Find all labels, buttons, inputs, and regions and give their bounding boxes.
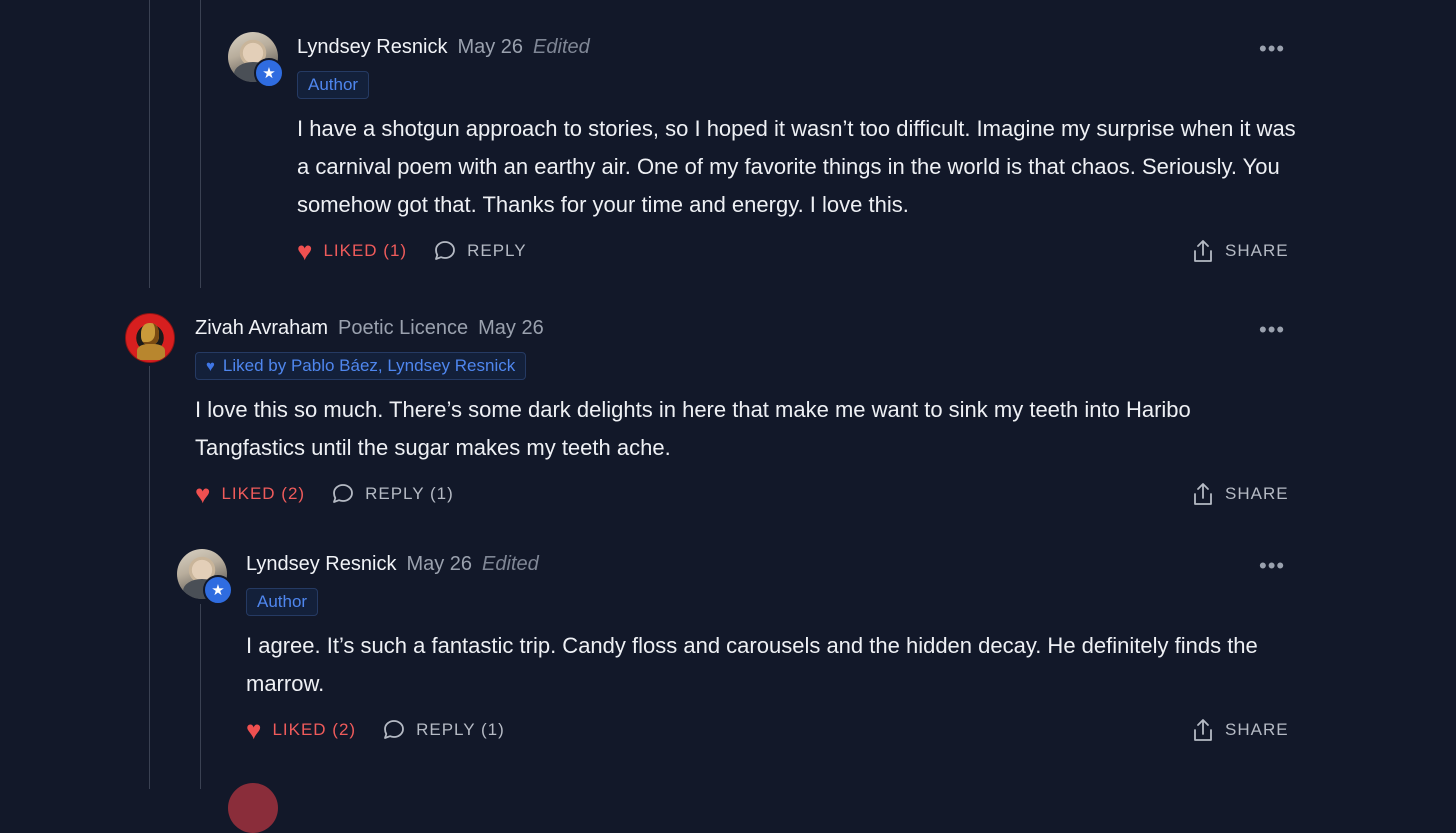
comment-zivah: Zivah Avraham Poetic Licence May 26 ♥ Li… bbox=[0, 288, 1456, 528]
like-button[interactable]: ♥ LIKED (1) bbox=[297, 238, 407, 264]
reply-bubble-icon bbox=[384, 720, 404, 739]
share-button[interactable]: SHARE bbox=[1191, 238, 1289, 264]
reply-bubble-icon bbox=[435, 241, 455, 260]
share-icon bbox=[1194, 719, 1212, 741]
comment-lyndsey-1: ★ Lyndsey Resnick May 26 Edited Author I… bbox=[0, 0, 1456, 288]
like-label: LIKED (2) bbox=[272, 720, 357, 739]
edited-label: Edited bbox=[482, 553, 539, 575]
comment-text: I agree. It’s such a fantastic trip. Can… bbox=[246, 633, 1258, 696]
like-label: LIKED (1) bbox=[323, 241, 408, 260]
author-name[interactable]: Lyndsey Resnick bbox=[246, 553, 396, 576]
like-button[interactable]: ♥ LIKED (2) bbox=[195, 481, 305, 507]
star-glyph: ★ bbox=[211, 581, 225, 599]
author-tag-label: Author bbox=[257, 592, 308, 611]
author-tag: Author bbox=[297, 71, 370, 99]
comment-date[interactable]: May 26 bbox=[406, 553, 472, 576]
share-icon bbox=[1194, 240, 1212, 262]
reply-label: REPLY (1) bbox=[416, 720, 505, 739]
comment-meta: Zivah Avraham Poetic Licence May 26 bbox=[195, 317, 544, 340]
share-button[interactable]: SHARE bbox=[1191, 717, 1289, 743]
share-label: SHARE bbox=[1225, 241, 1289, 260]
author-star-icon: ★ bbox=[203, 575, 233, 605]
comment-actions: ♥ LIKED (2) REPLY (1) bbox=[195, 481, 454, 507]
comment-date[interactable]: May 26 bbox=[457, 36, 523, 59]
more-options-icon[interactable]: ••• bbox=[1259, 38, 1285, 60]
more-options-icon[interactable]: ••• bbox=[1259, 319, 1285, 341]
comment-actions: ♥ LIKED (1) REPLY bbox=[297, 238, 527, 264]
liked-by-tag[interactable]: ♥ Liked by Pablo Báez, Lyndsey Resnick bbox=[195, 352, 527, 380]
avatar[interactable] bbox=[125, 313, 175, 363]
reply-button[interactable]: REPLY bbox=[433, 239, 527, 263]
heart-icon: ♥ bbox=[246, 715, 263, 745]
share-label: SHARE bbox=[1225, 484, 1289, 503]
avatar-image bbox=[125, 313, 175, 363]
author-name[interactable]: Zivah Avraham bbox=[195, 317, 328, 340]
like-label: LIKED (2) bbox=[221, 484, 306, 503]
author-name[interactable]: Lyndsey Resnick bbox=[297, 36, 447, 59]
heart-icon: ♥ bbox=[297, 236, 314, 266]
comment-meta: Lyndsey Resnick May 26 Edited bbox=[297, 36, 590, 59]
blue-heart-icon: ♥ bbox=[206, 357, 215, 375]
next-comment-avatar-partial[interactable] bbox=[228, 783, 278, 833]
comment-text: I love this so much. There’s some dark d… bbox=[195, 397, 1191, 460]
reply-button[interactable]: REPLY (1) bbox=[382, 718, 505, 742]
comment-date[interactable]: May 26 bbox=[478, 317, 544, 340]
reply-bubble-icon bbox=[333, 484, 353, 503]
star-glyph: ★ bbox=[262, 64, 276, 82]
author-tag: Author bbox=[246, 588, 319, 616]
comment-text: I have a shotgun approach to stories, so… bbox=[297, 116, 1296, 217]
publication-name[interactable]: Poetic Licence bbox=[338, 317, 468, 340]
share-button[interactable]: SHARE bbox=[1191, 481, 1289, 507]
avatar[interactable]: ★ bbox=[177, 549, 233, 605]
reply-button[interactable]: REPLY (1) bbox=[331, 482, 454, 506]
share-label: SHARE bbox=[1225, 720, 1289, 739]
reply-label: REPLY bbox=[467, 241, 527, 260]
edited-label: Edited bbox=[533, 36, 590, 58]
comment-lyndsey-2: ★ Lyndsey Resnick May 26 Edited Author I… bbox=[0, 528, 1456, 789]
avatar[interactable]: ★ bbox=[228, 32, 284, 88]
share-icon bbox=[1194, 483, 1212, 505]
author-tag-label: Author bbox=[308, 75, 359, 94]
liked-by-label: Liked by Pablo Báez, Lyndsey Resnick bbox=[222, 356, 516, 375]
heart-icon: ♥ bbox=[195, 479, 212, 509]
comment-actions: ♥ LIKED (2) REPLY (1) bbox=[246, 717, 505, 743]
comment-meta: Lyndsey Resnick May 26 Edited bbox=[246, 553, 539, 576]
like-button[interactable]: ♥ LIKED (2) bbox=[246, 717, 356, 743]
reply-label: REPLY (1) bbox=[365, 484, 454, 503]
more-options-icon[interactable]: ••• bbox=[1259, 555, 1285, 577]
author-star-icon: ★ bbox=[254, 58, 284, 88]
